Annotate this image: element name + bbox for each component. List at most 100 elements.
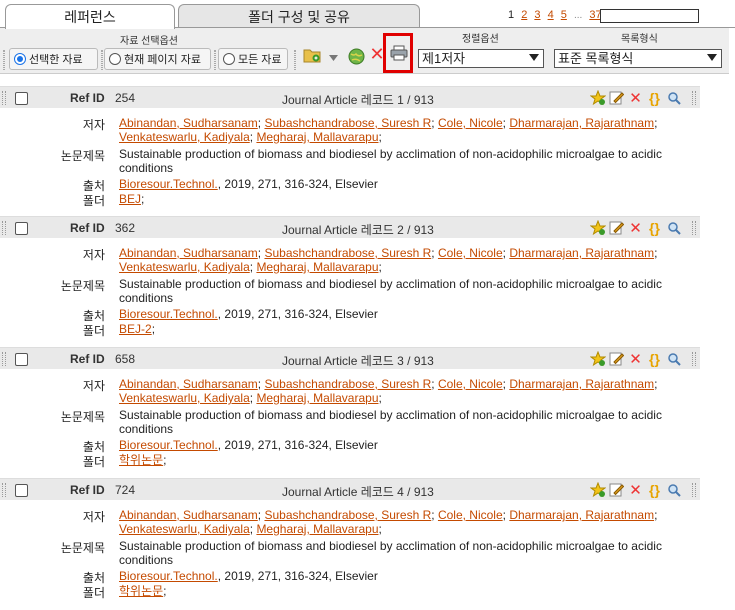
refid-label: Ref ID bbox=[70, 352, 105, 366]
author-link[interactable]: Subashchandrabose, Suresh R bbox=[264, 508, 431, 522]
author-label: 저자 bbox=[82, 510, 105, 524]
folder-link[interactable]: BEJ bbox=[119, 192, 141, 206]
record-checkbox[interactable] bbox=[15, 92, 28, 105]
record-checkbox[interactable] bbox=[15, 222, 28, 235]
globe-icon[interactable] bbox=[347, 47, 365, 65]
braces-icon[interactable]: {} bbox=[646, 89, 663, 106]
format-value: 표준 목록형식 bbox=[558, 51, 634, 66]
row-grip[interactable] bbox=[692, 352, 696, 366]
record-type-line: Journal Article 레코드 1 / 913 bbox=[282, 93, 434, 107]
sort-caption: 정렬옵션 bbox=[462, 34, 499, 45]
author-link[interactable]: Dharmarajan, Rajarathnam bbox=[509, 377, 654, 391]
record-type-line: Journal Article 레코드 2 / 913 bbox=[282, 223, 434, 237]
delete-icon[interactable]: ✕ bbox=[627, 350, 644, 368]
separator: ; bbox=[502, 508, 506, 522]
magnify-icon[interactable] bbox=[665, 350, 682, 367]
edit-icon[interactable] bbox=[608, 219, 625, 236]
braces-icon[interactable]: {} bbox=[646, 350, 663, 367]
folder-link[interactable]: 학위논문 bbox=[119, 453, 163, 467]
page-link-2[interactable]: 2 bbox=[521, 9, 527, 21]
journal-link[interactable]: Bioresour.Technol. bbox=[119, 569, 218, 583]
page-link-3[interactable]: 3 bbox=[534, 9, 540, 21]
author-link[interactable]: Cole, Nicole bbox=[438, 377, 503, 391]
radio-all-items[interactable]: 모든 자료 bbox=[218, 48, 288, 70]
folder-link[interactable]: 학위논문 bbox=[119, 584, 163, 598]
page-jump-input[interactable] bbox=[600, 9, 699, 23]
edit-icon[interactable] bbox=[608, 481, 625, 498]
delete-icon[interactable]: ✕ bbox=[627, 89, 644, 107]
star-icon[interactable] bbox=[589, 219, 606, 236]
title-line-2: conditions bbox=[119, 161, 174, 175]
edit-icon[interactable] bbox=[608, 89, 625, 106]
author-link[interactable]: Venkateswarlu, Kadiyala bbox=[119, 130, 250, 144]
format-select[interactable]: 표준 목록형식 bbox=[554, 49, 722, 68]
record-actions: ✕{} bbox=[589, 219, 682, 237]
page-link-4[interactable]: 4 bbox=[548, 9, 554, 21]
journal-link[interactable]: Bioresour.Technol. bbox=[119, 177, 218, 191]
record-checkbox[interactable] bbox=[15, 484, 28, 497]
delete-icon[interactable]: ✕ bbox=[627, 481, 644, 499]
folder-line: 학위논문; bbox=[119, 584, 679, 598]
row-grip[interactable] bbox=[2, 91, 6, 105]
row-grip[interactable] bbox=[2, 221, 6, 235]
chevron-down-icon[interactable] bbox=[328, 54, 338, 62]
row-grip[interactable] bbox=[2, 352, 6, 366]
edit-icon[interactable] bbox=[608, 350, 625, 367]
record-checkbox[interactable] bbox=[15, 353, 28, 366]
tab-folders[interactable]: 폴더 구성 및 공유 bbox=[178, 4, 420, 29]
radio-label: 현재 페이지 자료 bbox=[124, 54, 201, 66]
star-icon[interactable] bbox=[589, 350, 606, 367]
author-link[interactable]: Abinandan, Sudharsanam bbox=[119, 377, 258, 391]
star-icon[interactable] bbox=[589, 89, 606, 106]
author-link[interactable]: Cole, Nicole bbox=[438, 246, 503, 260]
author-link[interactable]: Dharmarajan, Rajarathnam bbox=[509, 116, 654, 130]
source-line: Bioresour.Technol., 2019, 271, 316-324, … bbox=[119, 177, 679, 191]
folder-add-icon[interactable] bbox=[303, 46, 321, 64]
sort-select[interactable]: 제1저자 bbox=[418, 49, 544, 68]
author-link[interactable]: Dharmarajan, Rajarathnam bbox=[509, 508, 654, 522]
radio-current-page[interactable]: 현재 페이지 자료 bbox=[104, 48, 211, 70]
row-grip[interactable] bbox=[692, 221, 696, 235]
title-label: 논문제목 bbox=[60, 410, 105, 424]
record-type-line: Journal Article 레코드 3 / 913 bbox=[282, 354, 434, 368]
chevron-down-icon bbox=[529, 54, 539, 61]
author-link[interactable]: Megharaj, Mallavarapu bbox=[256, 260, 378, 274]
magnify-icon[interactable] bbox=[665, 219, 682, 236]
author-link[interactable]: Venkateswarlu, Kadiyala bbox=[119, 522, 250, 536]
star-icon[interactable] bbox=[589, 481, 606, 498]
author-link[interactable]: Megharaj, Mallavarapu bbox=[256, 522, 378, 536]
journal-link[interactable]: Bioresour.Technol. bbox=[119, 307, 218, 321]
radio-selected-items[interactable]: 선택한 자료 bbox=[9, 48, 98, 70]
row-grip[interactable] bbox=[692, 483, 696, 497]
row-grip[interactable] bbox=[2, 483, 6, 497]
folder-link[interactable]: BEJ-2 bbox=[119, 322, 152, 336]
author-link[interactable]: Dharmarajan, Rajarathnam bbox=[509, 246, 654, 260]
author-link[interactable]: Venkateswarlu, Kadiyala bbox=[119, 260, 250, 274]
page-link-5[interactable]: 5 bbox=[561, 9, 567, 21]
toolbar-grip bbox=[3, 50, 5, 70]
braces-icon[interactable]: {} bbox=[646, 219, 663, 236]
author-link[interactable]: Subashchandrabose, Suresh R bbox=[264, 377, 431, 391]
author-link[interactable]: Venkateswarlu, Kadiyala bbox=[119, 391, 250, 405]
radio-label: 모든 자료 bbox=[238, 54, 282, 66]
title-label: 논문제목 bbox=[60, 149, 105, 163]
delete-icon[interactable]: ✕ bbox=[627, 219, 644, 237]
author-link[interactable]: Cole, Nicole bbox=[438, 508, 503, 522]
pagination: 1 2 3 4 5 ... 37 bbox=[508, 9, 606, 21]
journal-link[interactable]: Bioresour.Technol. bbox=[119, 438, 218, 452]
row-grip[interactable] bbox=[692, 91, 696, 105]
author-link[interactable]: Cole, Nicole bbox=[438, 116, 503, 130]
author-link[interactable]: Subashchandrabose, Suresh R bbox=[264, 116, 431, 130]
author-link[interactable]: Abinandan, Sudharsanam bbox=[119, 246, 258, 260]
author-link[interactable]: Subashchandrabose, Suresh R bbox=[264, 246, 431, 260]
author-link[interactable]: Abinandan, Sudharsanam bbox=[119, 508, 258, 522]
braces-icon[interactable]: {} bbox=[646, 481, 663, 498]
author-link[interactable]: Megharaj, Mallavarapu bbox=[256, 130, 378, 144]
title-line-1: Sustainable production of biomass and bi… bbox=[119, 539, 662, 553]
author-link[interactable]: Megharaj, Mallavarapu bbox=[256, 391, 378, 405]
magnify-icon[interactable] bbox=[665, 89, 682, 106]
author-link[interactable]: Abinandan, Sudharsanam bbox=[119, 116, 258, 130]
authors-line-2: Venkateswarlu, Kadiyala; Megharaj, Malla… bbox=[119, 391, 679, 405]
magnify-icon[interactable] bbox=[665, 481, 682, 498]
tab-references[interactable]: 레퍼런스 bbox=[5, 4, 175, 29]
